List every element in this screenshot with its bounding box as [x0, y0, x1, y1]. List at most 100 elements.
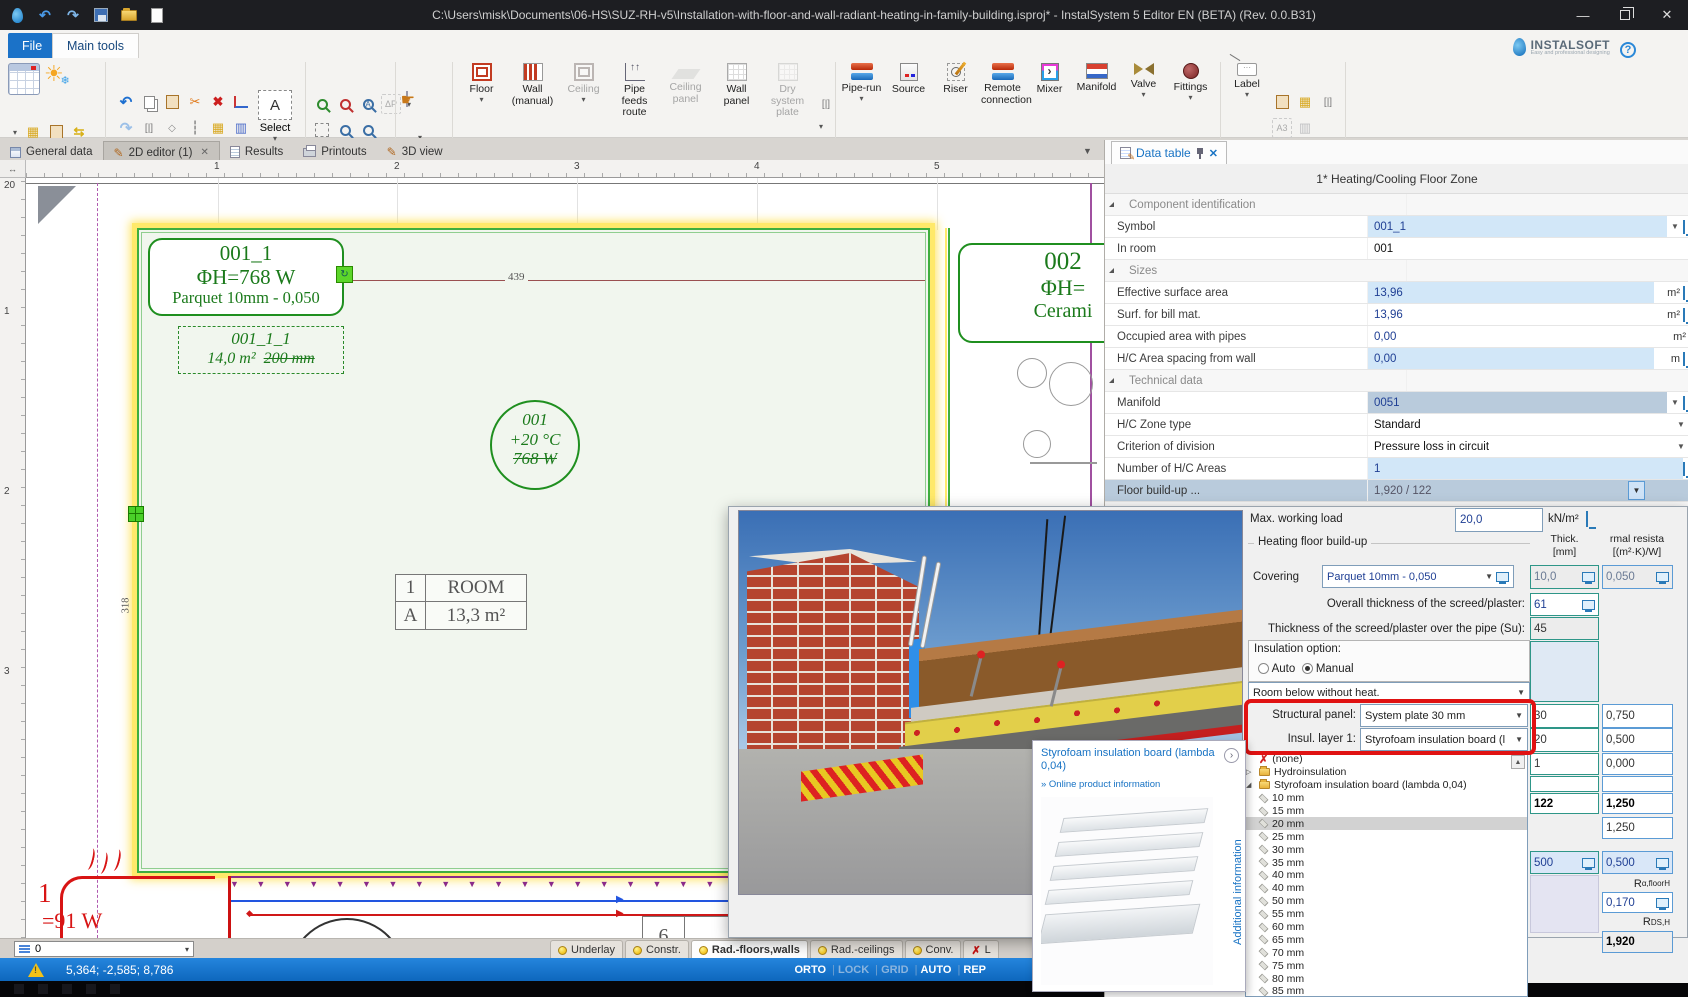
layer-visibility-icon[interactable] — [699, 946, 708, 955]
zoom-in-icon[interactable] — [312, 94, 332, 114]
heating-area-label-001-1-1[interactable]: 001_1_1 14,0 m² 200 mm — [178, 326, 344, 374]
tree-item[interactable]: 15 mm — [1246, 805, 1527, 818]
edit-graphics-icon[interactable] — [1272, 92, 1292, 112]
close-button[interactable]: ✕ — [1646, 0, 1688, 30]
restore-button[interactable] — [1604, 0, 1646, 30]
tree-item[interactable]: 60 mm — [1246, 921, 1527, 934]
data-table-tab[interactable]: Data table ✕ — [1111, 141, 1227, 164]
status-toggle[interactable]: LOCK — [832, 964, 869, 976]
tree-item[interactable]: 75 mm — [1246, 959, 1527, 972]
covering-select[interactable]: Parquet 10mm - 0,050 ▼ — [1322, 565, 1514, 588]
legend-icon[interactable] — [1295, 92, 1315, 112]
windows-button[interactable] — [406, 92, 408, 106]
open-icon[interactable] — [120, 6, 138, 24]
property-row[interactable]: Surf. for bill mat. 13,96 ▼ ▼ m² — [1105, 304, 1688, 326]
online-product-link[interactable]: » Online product information — [1041, 779, 1160, 790]
property-row[interactable]: Occupied area with pipes 0,00 ▼ ▼ m² — [1105, 326, 1688, 348]
chevron-down-icon[interactable]: ▾ — [258, 134, 292, 143]
copy-icon[interactable] — [139, 92, 159, 112]
layer-tab[interactable]: L — [963, 940, 998, 959]
manifold-symbol[interactable] — [128, 506, 144, 522]
tree-expander-icon[interactable] — [1246, 768, 1255, 776]
property-row[interactable]: Sizes ▼ ▼ — [1105, 260, 1688, 282]
move-points-icon[interactable] — [231, 92, 251, 112]
recolor-icon[interactable] — [231, 118, 251, 138]
undo-icon[interactable]: ↶ — [36, 6, 54, 24]
tree-item[interactable]: 70 mm — [1246, 946, 1527, 959]
layer-visibility-icon[interactable] — [633, 946, 642, 955]
layer-tab[interactable]: Conv. — [905, 940, 962, 959]
tree-item[interactable]: Hydroinsulation — [1246, 766, 1527, 779]
ribbon-button[interactable]: Valve ▾ — [1120, 60, 1167, 146]
tree-item[interactable]: 85 mm — [1246, 985, 1527, 997]
layer-visibility-icon[interactable] — [558, 946, 567, 955]
property-row[interactable]: Symbol 001_1 ▼ ▼ — [1105, 216, 1688, 238]
dropdown-arrow-icon[interactable]: ▼ — [1673, 420, 1688, 429]
tree-expander-icon[interactable] — [1246, 781, 1255, 789]
tree-item[interactable]: (none) — [1246, 753, 1527, 766]
rotate-handle[interactable]: ↻ — [336, 266, 353, 283]
layer-tab[interactable]: Rad.-ceilings — [810, 940, 903, 959]
tree-item[interactable]: 40 mm — [1246, 869, 1527, 882]
radiator-power-label[interactable]: =91 W — [42, 908, 102, 934]
new-file-icon[interactable] — [148, 6, 166, 24]
close-tab-icon[interactable]: ✕ — [200, 147, 208, 158]
ribbon-button[interactable]: Ceiling panel ▾ — [660, 60, 711, 146]
tree-item[interactable]: 20 mm — [1246, 817, 1527, 830]
tree-item[interactable]: 50 mm — [1246, 895, 1527, 908]
section-expander-icon[interactable] — [1109, 378, 1114, 383]
help-icon[interactable]: ? — [1620, 42, 1636, 58]
tree-item[interactable]: 10 mm — [1246, 792, 1527, 805]
delete-icon[interactable] — [208, 92, 228, 112]
dropdown-arrow-icon[interactable]: ▼ — [1673, 442, 1688, 451]
status-toggle[interactable]: GRID — [875, 964, 908, 976]
tree-item[interactable]: 80 mm — [1246, 972, 1527, 985]
redo-icon[interactable] — [116, 118, 136, 138]
ribbon-button[interactable]: Wall panel ▾ — [711, 60, 762, 146]
tree-item[interactable]: 65 mm — [1246, 933, 1527, 946]
property-row[interactable]: Effective surface area 13,96 ▼ ▼ m² — [1105, 282, 1688, 304]
room-label-001[interactable]: 001 +20 °C 768 W — [490, 400, 580, 490]
pin-icon[interactable] — [1196, 148, 1204, 159]
match-properties-icon[interactable] — [208, 118, 228, 138]
structural-thickness-cell[interactable]: 30 — [1530, 704, 1599, 728]
save-icon[interactable] — [92, 6, 110, 24]
max-working-load-input[interactable]: 20,0 — [1455, 508, 1543, 532]
layer-visibility-icon[interactable] — [913, 946, 922, 955]
section-expander-icon[interactable] — [1109, 268, 1114, 273]
ribbon-button[interactable]: Source ▾ — [885, 60, 932, 146]
formula-link-icon[interactable] — [1586, 511, 1588, 527]
tab-file[interactable]: File — [8, 33, 56, 58]
insulation-material-tree[interactable]: ▲ (none) Hydroinsulation Sty — [1245, 752, 1528, 997]
tab-main-tools[interactable]: Main tools — [52, 33, 139, 58]
dropdown-arrow-icon[interactable]: ▼ — [1667, 398, 1683, 407]
dropdown-arrow-icon[interactable]: ▼ — [1667, 222, 1683, 231]
covering-resistance-cell[interactable]: 0,050 — [1602, 565, 1673, 589]
ribbon-button[interactable]: Mixer ▾ — [1026, 60, 1073, 146]
structural-resistance-cell[interactable]: 0,750 — [1602, 704, 1673, 728]
property-row[interactable]: H/C Area spacing from wall 0,00 ▼ ▼ m — [1105, 348, 1688, 370]
ribbon-button[interactable]: Floor ▾ — [456, 60, 507, 146]
covering-thickness-cell[interactable]: 10,0 — [1530, 565, 1599, 589]
select-button[interactable]: A Select ▾ — [258, 90, 292, 143]
property-row[interactable]: Number of H/C Areas 1 ▼ ▼ — [1105, 458, 1688, 480]
undo-icon[interactable] — [116, 92, 136, 112]
ribbon-button[interactable]: Wall (manual) ▾ — [507, 60, 558, 146]
ribbon-button[interactable]: Fittings ▾ — [1167, 60, 1214, 146]
close-icon[interactable]: ✕ — [1209, 147, 1218, 160]
zoom-window-icon[interactable] — [335, 120, 355, 140]
property-row[interactable]: Floor build-up ... 1,920 / 122 ▼ ▼ — [1105, 480, 1688, 502]
radiator-number-label[interactable]: 1 — [38, 878, 52, 909]
formula-link-icon[interactable] — [1496, 572, 1509, 582]
node-icon[interactable] — [162, 118, 182, 138]
additional-information-label[interactable]: Additional information — [1232, 799, 1244, 985]
room-info-table[interactable]: 1ROOM A13,3 m² — [395, 574, 527, 630]
zone-label-002[interactable]: 002 ΦH= Cerami — [958, 243, 1104, 343]
tree-item[interactable]: 55 mm — [1246, 908, 1527, 921]
chevron-down-icon[interactable]: ▾ — [816, 116, 826, 136]
split-icon[interactable] — [185, 118, 205, 138]
ribbon-button[interactable]: Pipe-run ▾ — [838, 60, 885, 146]
ribbon-button[interactable]: Dry system plate ▾ — [762, 60, 813, 146]
property-row[interactable]: Technical data ▼ ▼ — [1105, 370, 1688, 392]
minimize-button[interactable]: — — [1562, 0, 1604, 30]
